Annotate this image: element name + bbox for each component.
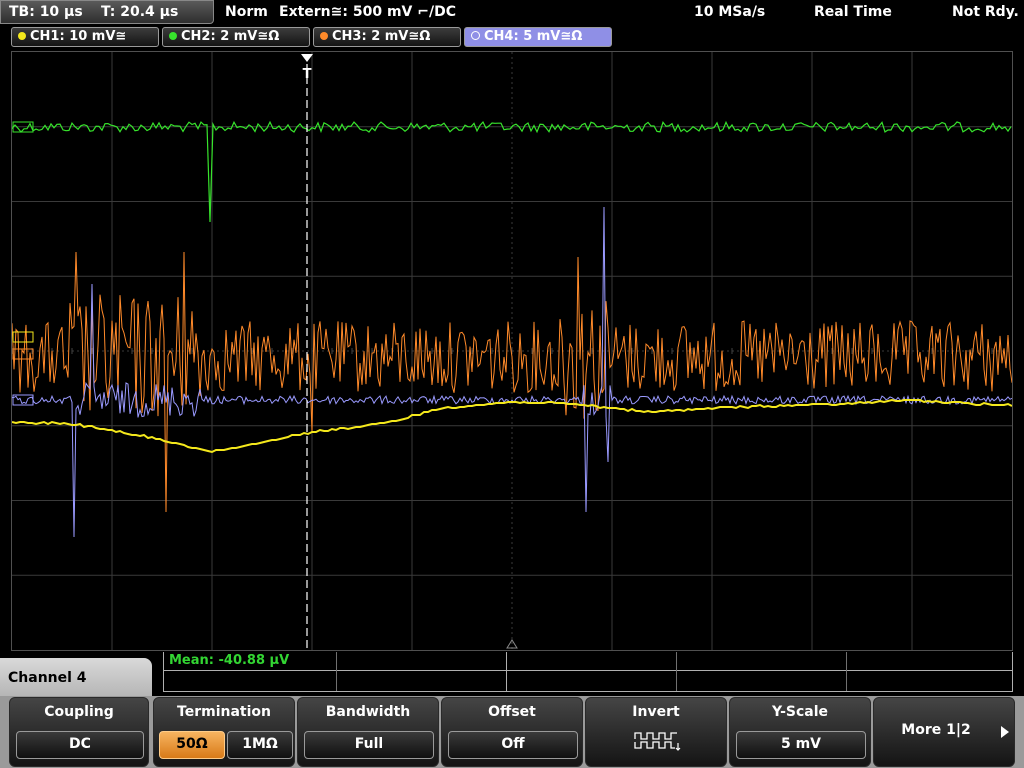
invert-waveform-icon [634, 732, 681, 751]
offset-value[interactable]: Off [448, 731, 578, 759]
coupling-value[interactable]: DC [16, 731, 144, 759]
acquisition-mode: Real Time [814, 4, 892, 20]
markers: T [12, 54, 518, 650]
measurement-panel [163, 652, 1013, 692]
coupling-softkey[interactable]: Coupling DC [9, 697, 149, 767]
trigger-time-readout: T: 20.4 µs [101, 4, 179, 20]
mean-measurement: Mean: -40.88 µV [169, 653, 290, 668]
channel-4-color-icon [471, 31, 480, 40]
offset-softkey[interactable]: Offset Off [441, 697, 583, 767]
trigger-position-icon [301, 54, 313, 62]
bandwidth-title: Bandwidth [325, 704, 411, 720]
waveform-canvas: T [12, 52, 1012, 650]
graticule [12, 52, 1012, 650]
channel-4-label[interactable]: CH4: 5 mV≅Ω [464, 27, 612, 47]
waveforms [12, 120, 1012, 538]
yscale-softkey[interactable]: Y-Scale 5 mV [729, 697, 871, 767]
channel-1-color-icon [18, 32, 26, 40]
termination-1mohm-option[interactable]: 1MΩ [227, 731, 293, 759]
trigger-mode[interactable]: Norm [225, 0, 268, 24]
bandwidth-value[interactable]: Full [304, 731, 434, 759]
waveform-display[interactable]: T [11, 51, 1013, 651]
run-status: Not Rdy. [952, 4, 1019, 20]
sample-rate: 10 MSa/s [694, 4, 766, 20]
channel-3-label[interactable]: CH3: 2 mV≅Ω [313, 27, 461, 47]
timebase-box[interactable]: TB: 10 µs T: 20.4 µs [0, 0, 214, 24]
yscale-value[interactable]: 5 mV [736, 731, 866, 759]
yscale-title: Y-Scale [771, 704, 828, 720]
invert-softkey[interactable]: Invert [585, 697, 727, 767]
timebase-readout: TB: 10 µs [9, 4, 83, 20]
channel-2-label[interactable]: CH2: 2 mV≅Ω [162, 27, 310, 47]
bandwidth-softkey[interactable]: Bandwidth Full [297, 697, 439, 767]
channel-3-color-icon [320, 32, 328, 40]
channel-menu-title: Channel 4 [0, 658, 152, 698]
termination-softkey[interactable]: Termination 50Ω 1MΩ [153, 697, 295, 767]
play-right-icon [1001, 726, 1009, 738]
termination-title: Termination [177, 704, 271, 720]
trigger-label: T [303, 67, 312, 82]
trigger-source[interactable]: Extern≅: 500 mV ⌐/DC [279, 0, 456, 24]
channel-2-color-icon [169, 32, 177, 40]
channel-1-label[interactable]: CH1: 10 mV≅ [11, 27, 159, 47]
coupling-title: Coupling [44, 704, 114, 720]
termination-50ohm-option[interactable]: 50Ω [159, 731, 225, 759]
offset-title: Offset [488, 704, 536, 720]
invert-title: Invert [632, 704, 680, 720]
more-softkey[interactable]: More 1|2 [873, 697, 1015, 767]
more-label: More 1|2 [901, 722, 971, 738]
